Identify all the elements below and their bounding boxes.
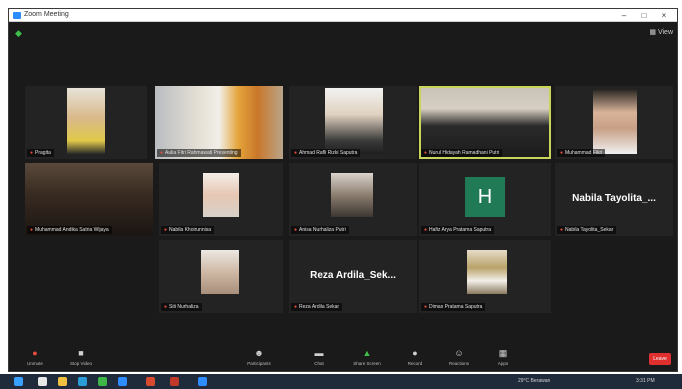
close-button[interactable]: ×	[655, 10, 673, 21]
mic-off-icon: ●	[294, 304, 298, 310]
participant-name: ● Nurul Hidayah Ramadhani Putri	[421, 149, 503, 157]
browser-icon[interactable]	[78, 377, 87, 386]
participant-tile[interactable]: ● Aulia Fitri Rahmawati Presenting	[155, 86, 283, 159]
participant-name: ● Muhammad Fikri	[557, 149, 606, 157]
share-screen-icon: ▲	[362, 348, 372, 358]
participant-tile[interactable]: ● Dimas Pratama Saputra	[419, 240, 551, 313]
mic-off-icon: ●	[560, 150, 564, 156]
participant-name: ● Pragita	[27, 149, 54, 157]
maximize-button[interactable]: □	[635, 10, 653, 21]
view-button[interactable]: ▦ View	[649, 28, 673, 36]
participant-display-name: Reza Ardila_Sek...	[310, 270, 396, 281]
video-icon: ■	[78, 348, 84, 358]
participant-display-name: Nabila Tayolita_...	[572, 193, 656, 204]
mic-off-icon: ●	[424, 227, 428, 233]
mic-off-icon: ●	[30, 227, 34, 233]
search-icon[interactable]	[38, 377, 47, 386]
participant-name: ● Ahmad Rafli Rizki Saputra	[291, 149, 361, 157]
zoom-window: Zoom Meeting – □ × ◆ ▦ View ● Pragita ● Au…	[8, 8, 678, 372]
participant-tile[interactable]: H ● Hafiz Arya Pratama Saputra	[419, 163, 551, 236]
screen: Zoom Meeting – □ × ◆ ▦ View ● Pragita ● Au…	[0, 0, 682, 389]
participant-video	[593, 90, 637, 154]
record-button[interactable]: ● Record	[397, 348, 433, 367]
os-taskbar: 29°C Berawan 3:31 PM	[0, 374, 682, 389]
mic-off-icon: ●	[30, 150, 34, 156]
participants-icon: ☻	[254, 348, 264, 358]
weather-text: 29°C Berawan	[518, 378, 551, 384]
mic-off-icon: ●	[560, 227, 564, 233]
clock-text: 3:31 PM	[636, 378, 655, 384]
mic-off-icon: ●	[424, 304, 428, 310]
app-icon[interactable]	[198, 377, 207, 386]
participant-photo	[201, 250, 239, 294]
mic-off-icon: ●	[294, 227, 298, 233]
active-speaker-tile[interactable]: ● Nurul Hidayah Ramadhani Putri	[419, 86, 551, 159]
participant-video	[325, 88, 383, 154]
stop-video-button[interactable]: ■ Stop Video	[63, 348, 99, 367]
participant-name: ● Siti Nurhaliza	[161, 303, 202, 311]
reactions-button[interactable]: ☺ Reactions	[441, 348, 477, 367]
app-icon[interactable]	[170, 377, 179, 386]
participant-photo	[331, 173, 373, 217]
participant-name: ● Muhammad Andika Satria Wijaya	[27, 226, 112, 234]
leave-button[interactable]: Leave	[649, 353, 671, 365]
mic-off-icon: ●	[164, 227, 168, 233]
view-label: View	[657, 29, 673, 36]
participant-tile[interactable]: Nabila Tayolita_... ● Nabila Tayolita_Sek…	[555, 163, 673, 236]
mic-off-icon: ●	[294, 150, 298, 156]
apps-icon: ▦	[498, 348, 508, 358]
zoom-taskbar-icon[interactable]	[118, 377, 127, 386]
participant-name: ● Nabila Khoirunnisa	[161, 226, 215, 234]
minimize-button[interactable]: –	[615, 10, 633, 21]
participant-name: ● Anisa Nurhaliza Putri	[291, 226, 349, 234]
participant-name: ● Aulia Fitri Rahmawati Presenting	[157, 149, 241, 157]
participants-button[interactable]: ☻ Participants	[241, 348, 277, 367]
mic-off-icon: ●	[424, 150, 428, 156]
mic-off-icon: ●	[160, 150, 164, 156]
zoom-app-icon	[13, 12, 21, 19]
window-title: Zoom Meeting	[24, 11, 69, 18]
app-icon[interactable]	[146, 377, 155, 386]
mic-off-icon: ●	[164, 304, 168, 310]
unmute-button[interactable]: ● Unmute	[17, 348, 53, 367]
start-icon[interactable]	[14, 377, 23, 386]
chat-button[interactable]: ▬ Chat	[301, 348, 337, 367]
folder-icon[interactable]	[58, 377, 67, 386]
participant-photo	[467, 250, 507, 294]
participant-tile[interactable]: ● Ahmad Rafli Rizki Saputra	[289, 86, 417, 159]
chat-icon: ▬	[314, 348, 324, 358]
record-icon: ●	[412, 348, 418, 358]
participant-tile[interactable]: ● Pragita	[25, 86, 147, 159]
apps-button[interactable]: ▦ Apps	[485, 348, 521, 367]
participant-tile[interactable]: ● Nabila Khoirunnisa	[159, 163, 283, 236]
encryption-shield-icon[interactable]: ◆	[15, 28, 24, 38]
participant-tile[interactable]: Reza Ardila_Sek... ● Reza Ardila Sekar	[289, 240, 417, 313]
participant-video	[67, 88, 105, 154]
participant-tile[interactable]: ● Siti Nurhaliza	[159, 240, 283, 313]
mic-off-icon: ●	[32, 348, 38, 358]
title-bar: Zoom Meeting – □ ×	[9, 9, 677, 22]
share-screen-button[interactable]: ▲ Share Screen	[349, 348, 385, 367]
participant-tile[interactable]: ● Muhammad Fikri	[555, 86, 673, 159]
participant-name: ● Reza Ardila Sekar	[291, 303, 343, 311]
participant-name: ● Hafiz Arya Pratama Saputra	[421, 226, 495, 234]
participant-video	[421, 88, 549, 157]
meeting-toolbar: ● Unmute ■ Stop Video ☻ Participants ▬ C…	[9, 347, 677, 371]
participant-name: ● Dimas Pratama Saputra	[421, 303, 486, 311]
participant-photo	[203, 173, 239, 217]
chrome-icon[interactable]	[98, 377, 107, 386]
participant-avatar: H	[465, 177, 505, 217]
participant-name: ● Nabila Tayolita_Sekar	[557, 226, 617, 234]
participant-tile[interactable]: ● Muhammad Andika Satria Wijaya	[25, 163, 153, 236]
reactions-icon: ☺	[454, 348, 464, 358]
participant-tile[interactable]: ● Anisa Nurhaliza Putri	[289, 163, 417, 236]
